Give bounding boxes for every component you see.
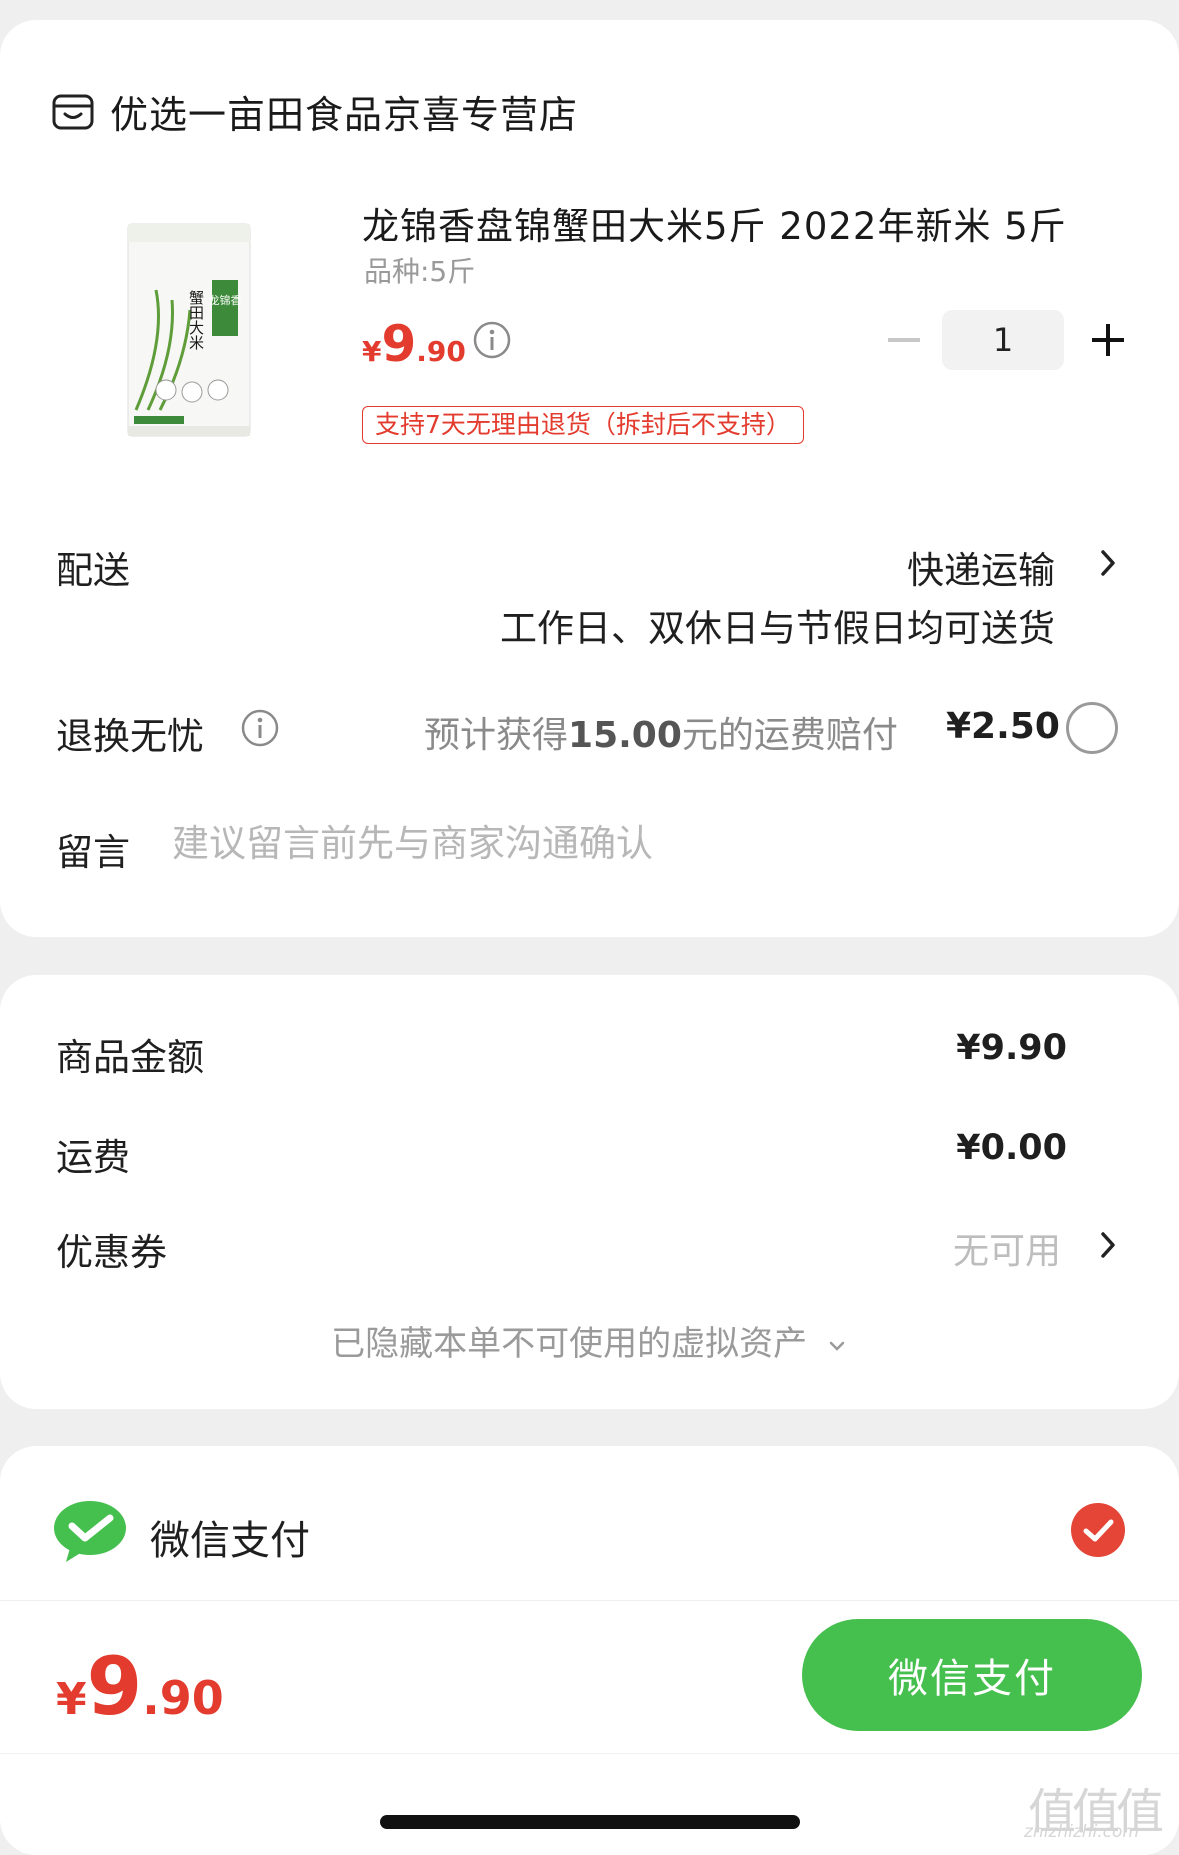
hidden-assets-text: 已隐藏本单不可使用的虚拟资产 [331, 1324, 808, 1364]
quantity-increase-button[interactable] [1086, 318, 1130, 362]
coupon-value[interactable]: 无可用 [953, 1222, 1061, 1274]
return-info-icon[interactable] [240, 708, 280, 748]
thumb-brand-text: 龙锦香 [209, 293, 242, 307]
total-decimal: .90 [142, 1671, 224, 1725]
shipping-value: ¥0.00 [956, 1128, 1067, 1168]
shipping-label: 运费 [56, 1136, 130, 1179]
goods-amount-value: ¥9.90 [956, 1028, 1067, 1068]
total-integer: 9 [86, 1640, 143, 1733]
chevron-right-icon[interactable] [1097, 1228, 1119, 1262]
chevron-right-icon[interactable] [1097, 546, 1119, 580]
delivery-label: 配送 [56, 549, 130, 592]
quantity-value[interactable]: 1 [942, 310, 1064, 370]
coupon-label: 优惠券 [56, 1231, 167, 1274]
order-card [0, 20, 1179, 937]
quantity-decrease-button[interactable] [884, 320, 924, 360]
home-indicator[interactable] [380, 1815, 800, 1829]
watermark: 值值值 zhizhizhi.com [1024, 1772, 1164, 1842]
hidden-assets-toggle[interactable]: 已隐藏本单不可使用的虚拟资产 [0, 1316, 1179, 1365]
total-currency: ¥ [56, 1674, 87, 1725]
product-spec[interactable]: 品种:5斤 [364, 250, 475, 290]
product-title[interactable]: 龙锦香盘锦蟹田大米5斤 2022年新米 5斤 [362, 196, 1067, 250]
price-currency: ¥ [362, 335, 382, 368]
price-decimal: .90 [416, 335, 466, 368]
return-insurance-label: 退换无忧 [56, 715, 204, 758]
chevron-down-icon [829, 1341, 845, 1351]
check-circle-icon[interactable] [1070, 1502, 1126, 1558]
return-insurance-price: ¥2.50 [946, 706, 1060, 747]
product-thumbnail[interactable]: 龙锦香 蟹田大米 [126, 220, 252, 440]
price-info-icon[interactable] [472, 320, 512, 360]
wechat-pay-icon [52, 1498, 128, 1564]
delivery-method[interactable]: 快递运输 [907, 540, 1055, 594]
return-policy-badge: 支持7天无理由退货（拆封后不支持） [362, 406, 804, 444]
store-name[interactable]: 优选一亩田食品京喜专营店 [110, 84, 578, 139]
delivery-note: 工作日、双休日与节假日均可送货 [500, 607, 1055, 650]
return-insurance-radio[interactable] [1066, 702, 1118, 754]
compensation-amount: 15.00 [568, 715, 682, 756]
product-price: ¥9.90 [362, 315, 466, 373]
compensation-prefix: 预计获得 [424, 715, 569, 756]
message-input[interactable] [172, 818, 1072, 868]
compensation-text: 预计获得15.00元的运费赔付 [424, 706, 898, 758]
price-integer: 9 [381, 315, 417, 373]
goods-amount-label: 商品金额 [56, 1036, 204, 1079]
payment-method-name[interactable]: 微信支付 [150, 1508, 310, 1566]
compensation-suffix: 元的运费赔付 [681, 715, 898, 756]
wechat-pay-button[interactable]: 微信支付 [802, 1619, 1142, 1731]
thumb-name-text: 蟹田大米 [187, 290, 205, 350]
store-icon [52, 90, 94, 132]
total-price: ¥9.90 [56, 1640, 224, 1733]
message-label: 留言 [56, 831, 130, 874]
watermark-domain: zhizhizhi.com [1024, 1822, 1139, 1842]
